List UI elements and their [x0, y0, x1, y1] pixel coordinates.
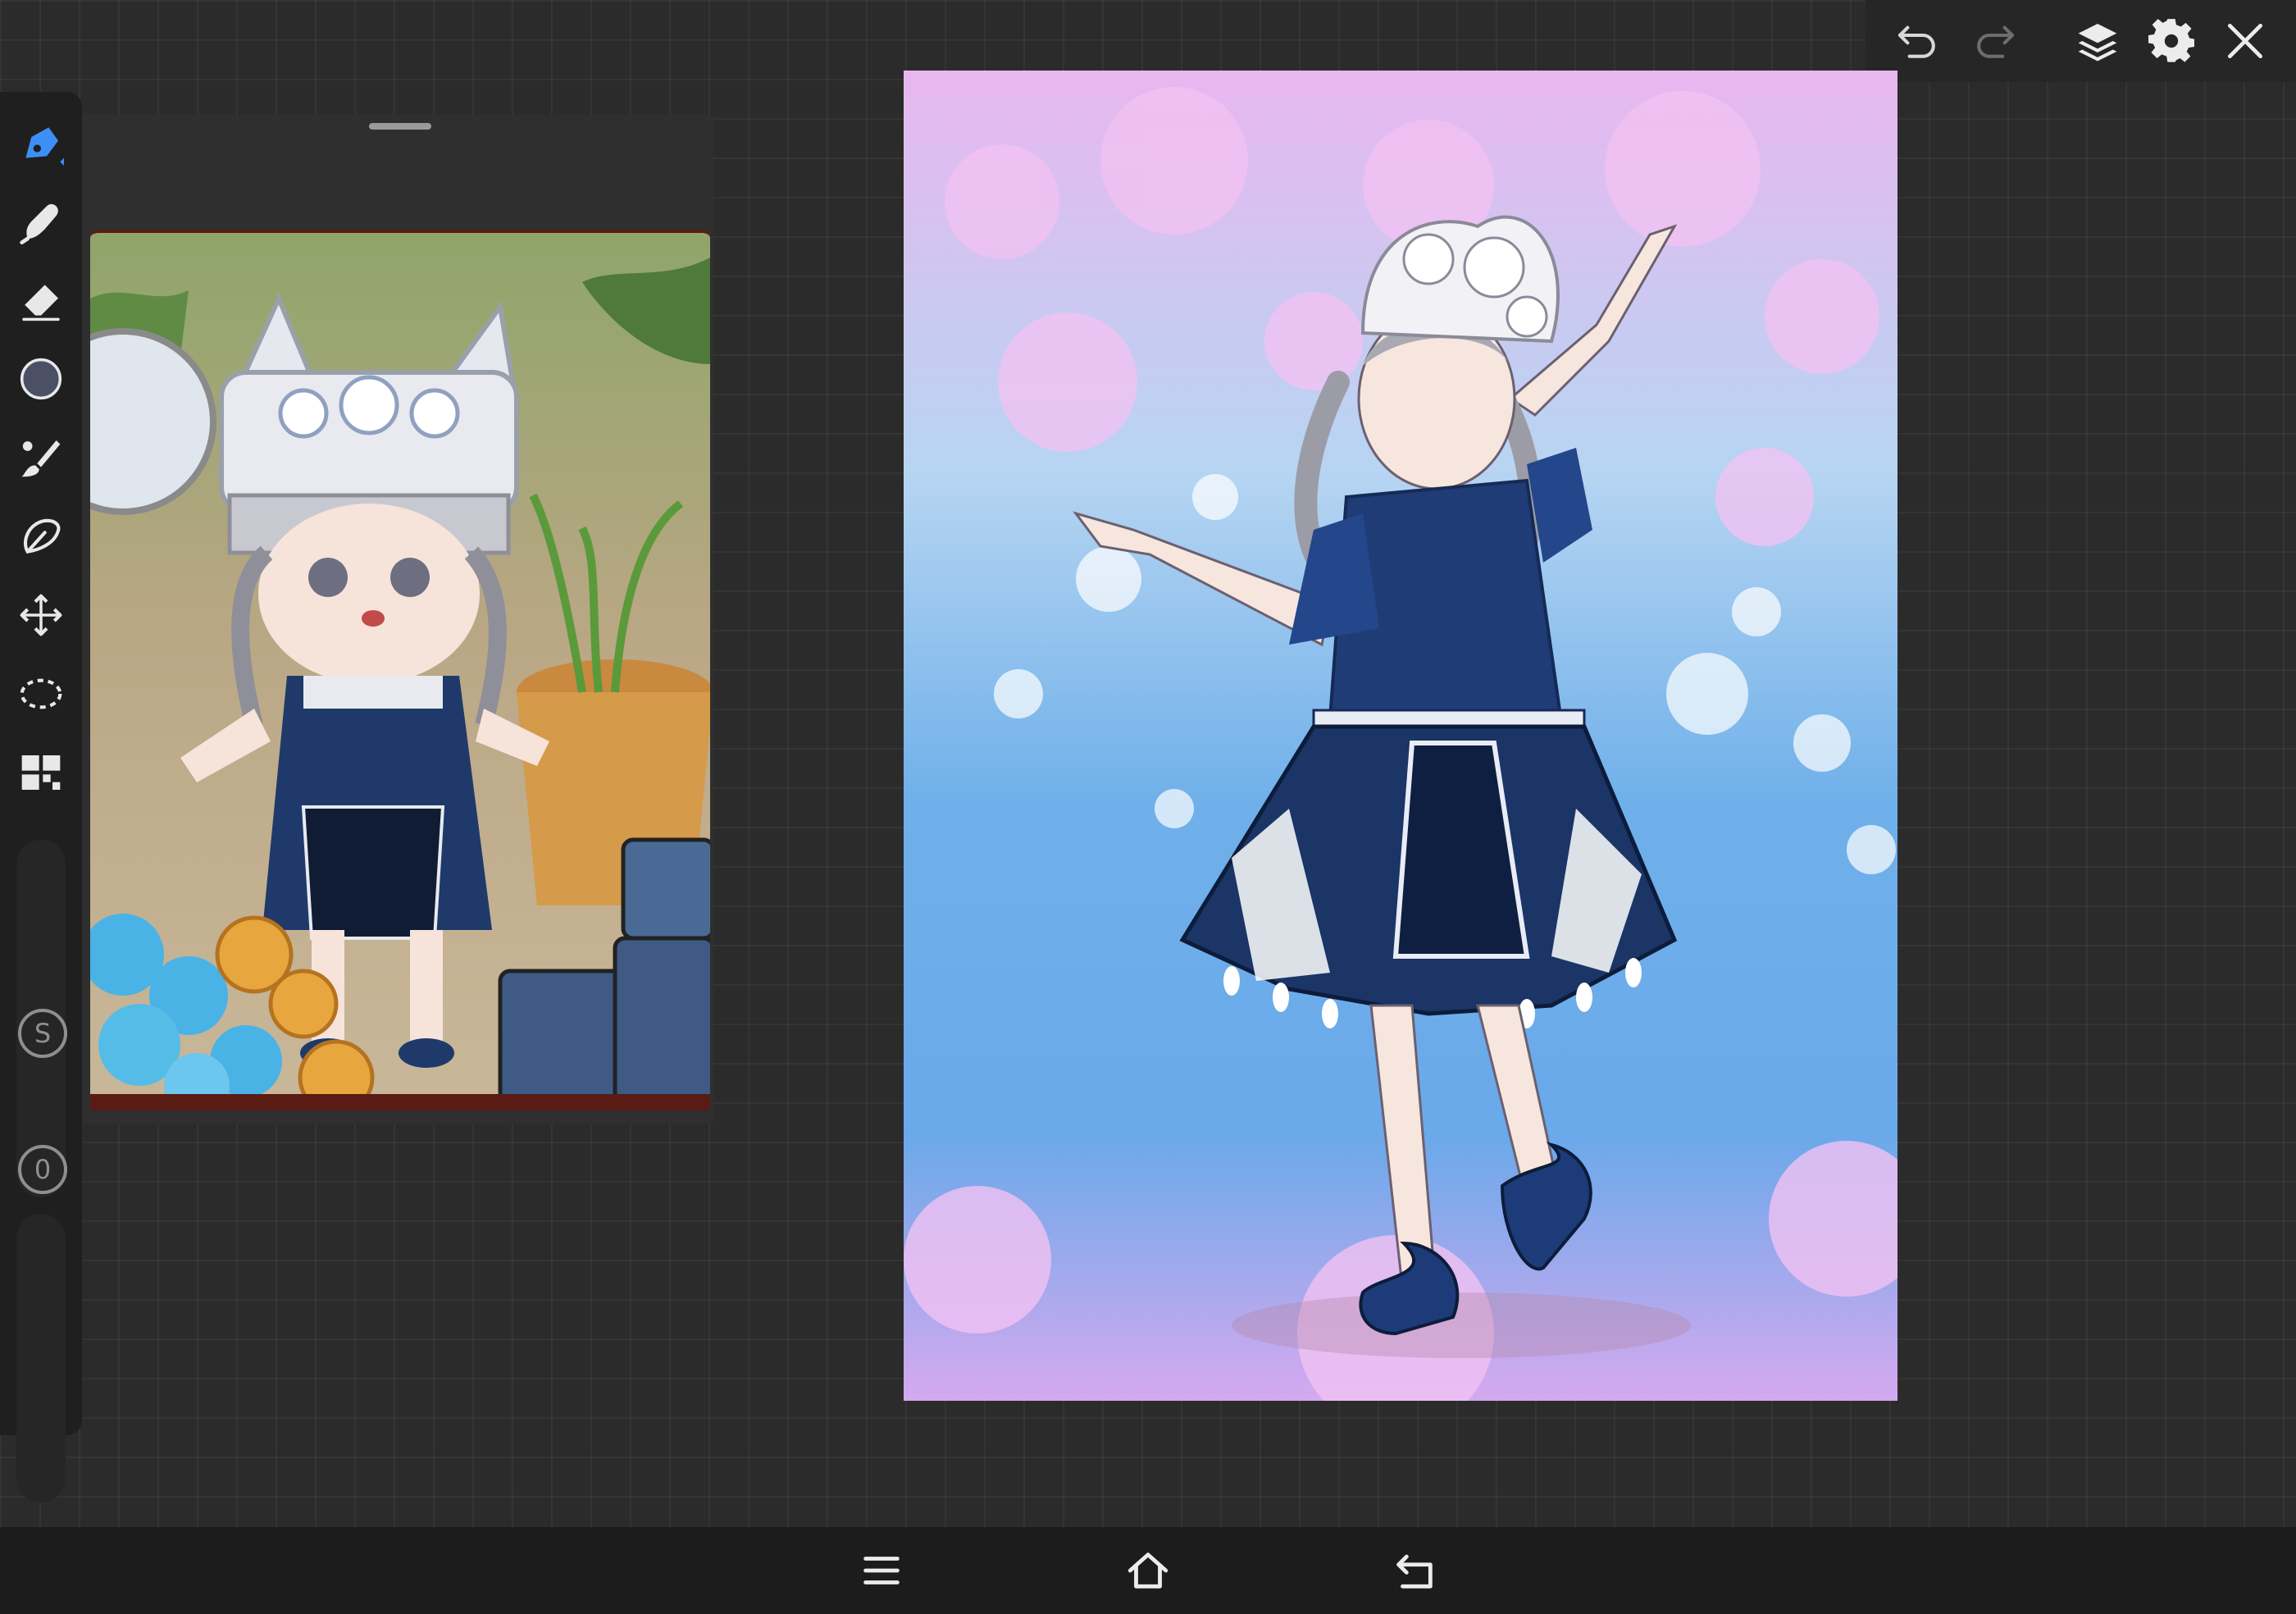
back-icon: [1396, 1554, 1433, 1589]
settings-button[interactable]: [2148, 18, 2194, 64]
tool-rail: S 0: [0, 92, 82, 1502]
canvas-artwork: [904, 71, 1897, 1401]
eraser-tool[interactable]: [18, 277, 64, 323]
drawing-canvas[interactable]: [904, 71, 1897, 1401]
menu-icon: [863, 1557, 900, 1584]
eraser-icon: [22, 285, 60, 321]
menu-nav-button[interactable]: [858, 1547, 905, 1594]
lasso-fill-icon: [23, 518, 61, 554]
layers-button[interactable]: [2075, 18, 2121, 64]
home-icon: [1128, 1552, 1168, 1589]
close-icon: [2228, 24, 2262, 58]
reference-panel[interactable]: [82, 115, 713, 1124]
selection-tool[interactable]: [18, 671, 64, 717]
brush-opacity-slider[interactable]: [16, 1214, 66, 1502]
system-nav-bar: [0, 1527, 2296, 1614]
reference-drag-handle[interactable]: [369, 123, 431, 130]
reference-illustration: [90, 233, 710, 1119]
home-nav-button[interactable]: [1124, 1547, 1172, 1594]
undo-icon: [1897, 25, 1935, 58]
pen-icon: [25, 127, 64, 166]
color-icon: [20, 358, 62, 400]
redo-icon: [1977, 25, 2015, 58]
settings-icon: [2148, 19, 2194, 62]
layers-icon: [2078, 24, 2117, 62]
transform-tool[interactable]: [18, 592, 64, 638]
brush-tool[interactable]: [18, 435, 64, 481]
gallery-tool[interactable]: [18, 750, 64, 796]
brush-icon: [21, 440, 61, 477]
brush-size-label: S: [18, 1009, 67, 1058]
redo-button[interactable]: [1972, 18, 2018, 64]
smudge-icon: [20, 203, 58, 244]
smudge-tool[interactable]: [18, 198, 64, 244]
pen-tool[interactable]: [18, 120, 64, 166]
transform-icon: [20, 594, 62, 636]
undo-button[interactable]: [1894, 18, 1940, 64]
top-toolbar: [1866, 0, 2296, 82]
lasso-fill-tool[interactable]: [18, 513, 64, 559]
reference-image: [90, 230, 710, 1235]
close-button[interactable]: [2222, 18, 2268, 64]
back-nav-button[interactable]: [1391, 1547, 1438, 1594]
color-tool[interactable]: [18, 356, 64, 402]
brush-opacity-label: 0: [18, 1145, 67, 1194]
gallery-icon: [21, 755, 61, 790]
selection-icon: [20, 678, 62, 709]
